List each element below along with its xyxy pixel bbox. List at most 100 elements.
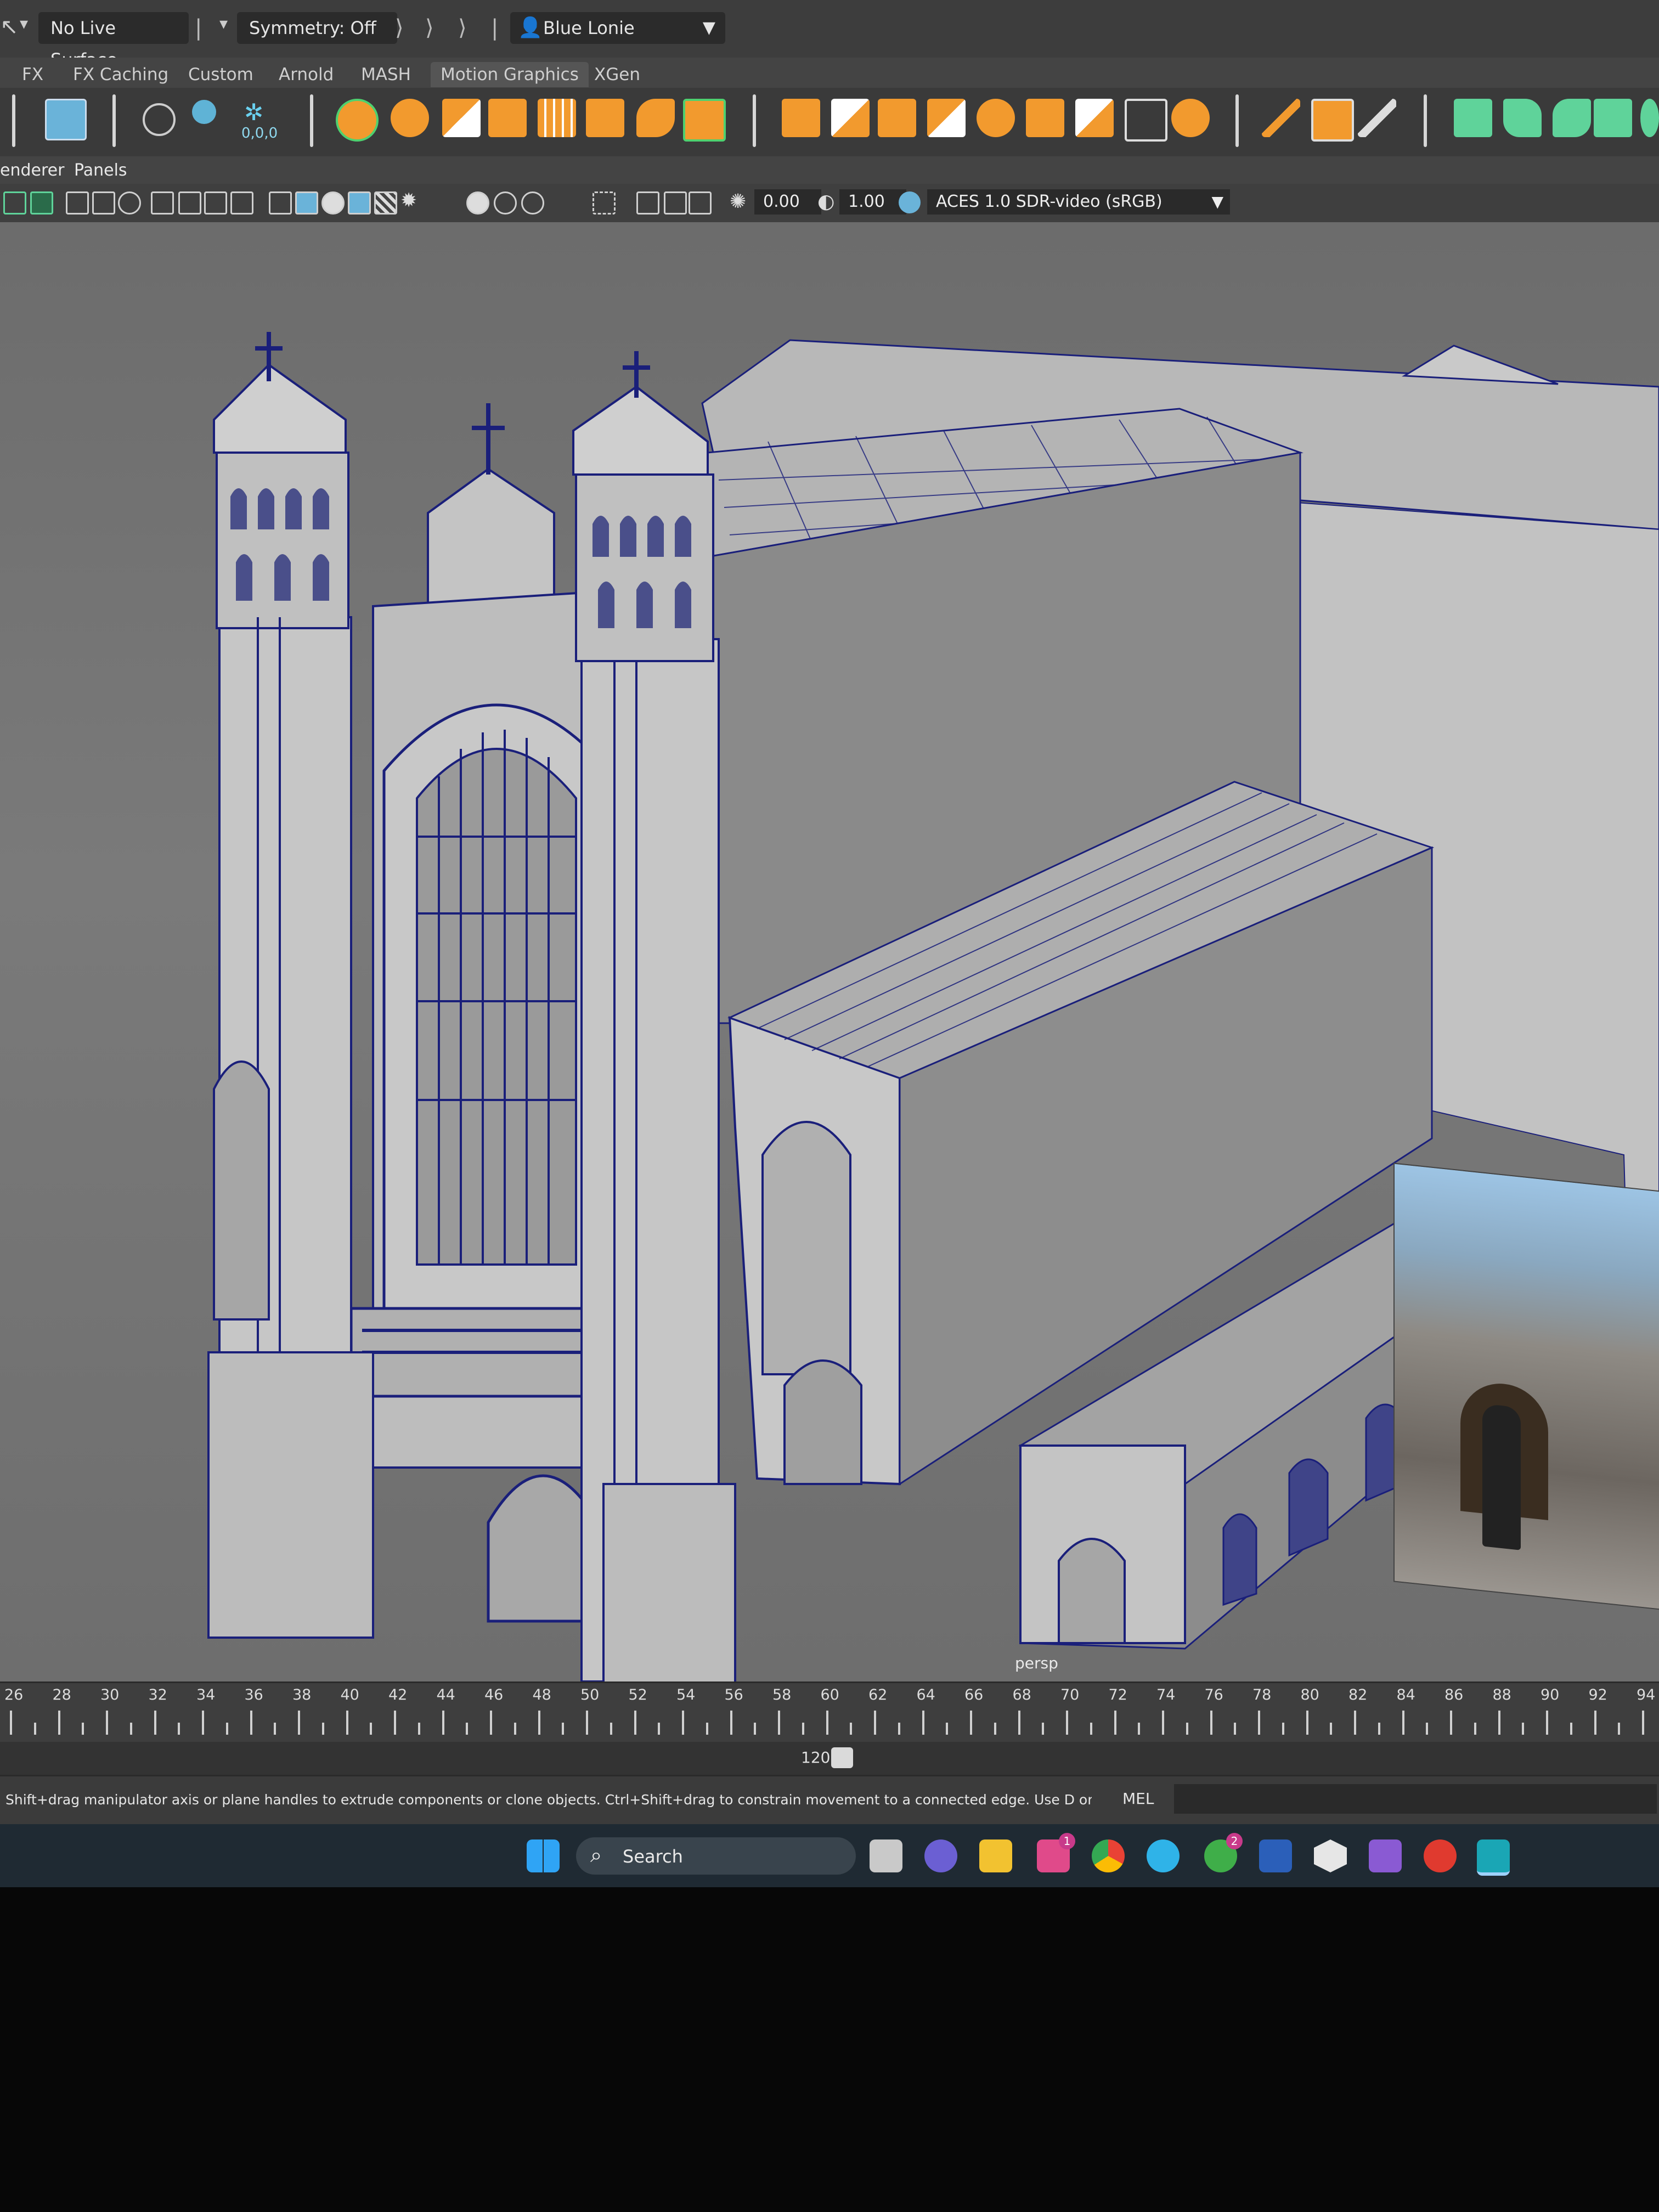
visual-studio-icon[interactable] — [1369, 1839, 1402, 1872]
frame-tick — [58, 1711, 60, 1735]
wireframe-on-shaded-icon[interactable] — [348, 191, 371, 215]
unity-icon[interactable] — [1314, 1839, 1347, 1872]
edit-pen-icon[interactable] — [1358, 99, 1396, 137]
mash-network-icon[interactable] — [336, 99, 379, 142]
default-material-icon[interactable] — [321, 191, 345, 215]
edge-icon[interactable] — [1147, 1839, 1180, 1872]
mash-offset-icon[interactable] — [586, 99, 624, 137]
measure-icon[interactable] — [1311, 99, 1354, 142]
textured-icon[interactable] — [374, 191, 397, 215]
xgen-description-icon[interactable] — [1454, 99, 1492, 137]
teams-icon[interactable] — [924, 1839, 957, 1872]
tab-fx[interactable]: FX — [12, 62, 53, 87]
xgen-guide-icon[interactable] — [1553, 99, 1591, 137]
mash-flat-icon[interactable] — [1075, 99, 1114, 137]
curve-tool-icon[interactable] — [1262, 99, 1300, 137]
calendar-icon[interactable] — [45, 99, 87, 140]
mash-sphere-icon[interactable] — [391, 99, 429, 137]
viewport-persp[interactable]: persp — [0, 222, 1659, 1681]
workspace-selector[interactable]: 👤 Blue Lonie ▼ — [510, 12, 725, 44]
mash-grid-icon[interactable] — [538, 99, 576, 137]
mash-distribute-icon[interactable] — [442, 99, 481, 137]
symmetry-field[interactable]: Symmetry: Off — [237, 12, 397, 44]
shadows-icon[interactable] — [466, 191, 489, 215]
xbox-icon[interactable]: 2 — [1204, 1833, 1243, 1872]
task-view-icon[interactable] — [870, 1839, 902, 1872]
record-app-icon[interactable] — [1424, 1839, 1457, 1872]
mash-radial-icon[interactable] — [977, 99, 1015, 137]
tab-fx-caching[interactable]: FX Caching — [63, 62, 178, 87]
frame-tick-minor — [370, 1723, 373, 1735]
exposure-field[interactable]: 0.00 — [754, 189, 821, 215]
xgen-extra-icon[interactable] — [1640, 99, 1659, 137]
arrow-icon[interactable]: ↖ — [0, 14, 19, 40]
wireframe-icon[interactable] — [269, 191, 292, 215]
tab-custom[interactable]: Custom — [178, 62, 263, 87]
gate-mask-icon[interactable] — [151, 191, 174, 215]
locator-icon[interactable] — [143, 103, 176, 136]
frame-tick — [1594, 1711, 1596, 1735]
xgen-groom-icon[interactable] — [1503, 99, 1542, 137]
live-surface-field[interactable]: No Live Surface — [38, 12, 189, 70]
safe-title-icon[interactable] — [230, 191, 253, 215]
frame-tick — [106, 1711, 108, 1735]
mash-steps-icon[interactable] — [1026, 99, 1064, 137]
xgen-modifier-icon[interactable] — [1594, 99, 1632, 137]
mash-cube-icon[interactable] — [878, 99, 916, 137]
script-language-button[interactable]: MEL — [1114, 1785, 1163, 1812]
mash-cluster-icon[interactable] — [1171, 99, 1210, 137]
select-camera-icon[interactable] — [30, 191, 53, 215]
store-icon[interactable]: 1 — [1037, 1833, 1075, 1872]
file-explorer-icon[interactable] — [979, 1839, 1012, 1872]
mash-bounds-icon[interactable] — [1125, 99, 1167, 142]
menu-panels[interactable]: Panels — [74, 160, 127, 182]
command-line-input[interactable] — [1174, 1784, 1657, 1814]
gamma-field[interactable]: 1.00 — [839, 189, 906, 215]
range-handle[interactable] — [831, 1747, 853, 1768]
frame-tick — [442, 1711, 444, 1735]
maya-icon[interactable] — [1477, 1839, 1510, 1876]
mash-transform-icon[interactable] — [782, 99, 820, 137]
time-slider[interactable]: 26 28 30 32 34 36 38 40 42 44 46 48 50 52 54 56 58 60 62 64… — [0, 1681, 1659, 1743]
mash-curve-icon[interactable] — [636, 99, 675, 137]
xray-components-icon[interactable] — [689, 191, 712, 215]
color-management-icon[interactable] — [899, 191, 921, 213]
lights-icon[interactable]: ✹ — [400, 189, 417, 212]
mash-random-icon[interactable] — [683, 99, 726, 142]
chrome-icon[interactable] — [1092, 1839, 1125, 1872]
grid-icon[interactable] — [66, 191, 89, 215]
particle-icon[interactable]: ✲ — [244, 99, 263, 126]
tab-motion-graphics[interactable]: Motion Graphics — [431, 62, 589, 87]
windows-start-icon[interactable] — [527, 1839, 560, 1872]
xray-icon[interactable] — [636, 191, 659, 215]
chevron-down-icon: ▼ — [1211, 193, 1223, 211]
smooth-shade-icon[interactable] — [295, 191, 318, 215]
field-chart-icon[interactable] — [178, 191, 201, 215]
color-space-dropdown[interactable]: ACES 1.0 SDR-video (sRGB) ▼ — [927, 189, 1230, 215]
tab-arnold[interactable]: Arnold — [269, 62, 343, 87]
mash-stack-icon[interactable] — [831, 99, 870, 137]
resolution-gate-icon[interactable] — [118, 191, 141, 215]
chevron-down-icon[interactable]: ▾ — [20, 14, 28, 33]
gamma-icon[interactable]: ◐ — [817, 190, 834, 213]
safe-action-icon[interactable] — [204, 191, 227, 215]
menu-renderer[interactable]: enderer — [0, 160, 64, 182]
mash-scatter-icon[interactable] — [927, 99, 966, 137]
isolate-select-icon[interactable] — [592, 191, 616, 215]
mash-replicator-icon[interactable] — [488, 99, 527, 137]
word-icon[interactable] — [1259, 1839, 1292, 1872]
film-gate-icon[interactable] — [92, 191, 115, 215]
camera-attributes-icon[interactable] — [3, 191, 26, 215]
xray-joints-icon[interactable] — [664, 191, 687, 215]
taskbar-search[interactable]: ⌕ Search — [576, 1837, 856, 1875]
tab-mash[interactable]: MASH — [351, 62, 421, 87]
chevron-down-icon[interactable]: ▾ — [219, 14, 228, 33]
range-slider[interactable]: 120 — [0, 1742, 1659, 1775]
motion-blur-icon[interactable] — [521, 191, 544, 215]
emitter-icon[interactable] — [192, 100, 216, 124]
frame-label: 36 — [244, 1686, 263, 1703]
ambient-occlusion-icon[interactable] — [494, 191, 517, 215]
frame-label: 54 — [676, 1686, 696, 1703]
exposure-icon[interactable]: ✺ — [730, 190, 746, 213]
tab-xgen[interactable]: XGen — [584, 62, 650, 87]
